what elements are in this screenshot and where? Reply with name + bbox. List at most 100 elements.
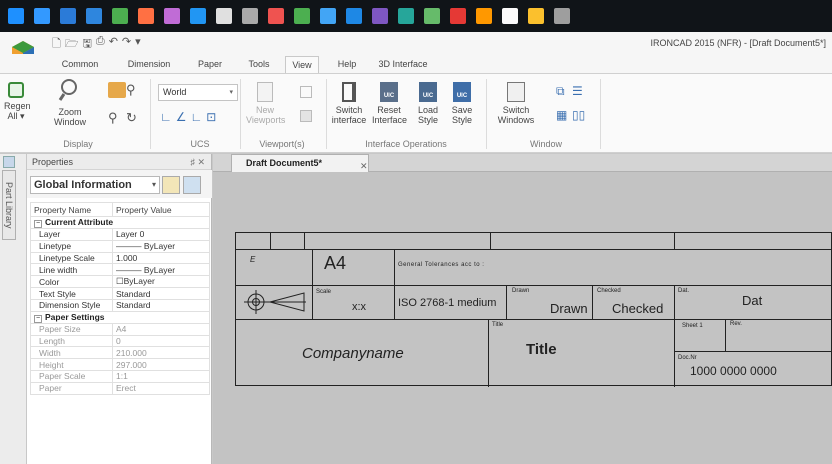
- panel-pin-close-icons[interactable]: ♯ ✕: [190, 157, 205, 168]
- taskbar-app-icon[interactable]: [164, 8, 180, 24]
- table-row[interactable]: Color ☐ByLayer: [30, 275, 210, 289]
- section-row[interactable]: − Paper Settings: [30, 310, 210, 324]
- property-name: Color: [30, 275, 113, 289]
- taskbar-app-icon[interactable]: [138, 8, 154, 24]
- table-row[interactable]: Dimension Style Standard: [30, 298, 210, 312]
- tb-e-label: E: [250, 255, 256, 264]
- table-row[interactable]: Layer Layer 0: [30, 228, 210, 241]
- taskbar-app-icon[interactable]: [294, 8, 310, 24]
- undo-icon[interactable]: ↶: [109, 35, 118, 54]
- table-row[interactable]: Linetype Scale 1.000: [30, 251, 210, 265]
- table-row[interactable]: Paper Scale 1:1: [30, 369, 210, 383]
- properties-options-icon[interactable]: [183, 176, 201, 194]
- taskbar-app-icon[interactable]: [190, 8, 206, 24]
- open-file-icon[interactable]: 🗁: [65, 35, 79, 54]
- zoom-window-button[interactable]: Zoom Window: [48, 78, 92, 127]
- tab-3d-interface[interactable]: 3D Interface: [374, 56, 432, 74]
- property-value[interactable]: ☐ByLayer: [112, 275, 210, 289]
- taskbar-app-icon[interactable]: [528, 8, 544, 24]
- clear-properties-icon[interactable]: [162, 176, 180, 194]
- table-row[interactable]: Length 0: [30, 334, 210, 348]
- collapse-icon[interactable]: −: [34, 220, 42, 228]
- tab-view[interactable]: View: [285, 56, 319, 74]
- view-orient-icon[interactable]: [108, 82, 126, 98]
- viewport-layout-icon[interactable]: [300, 110, 312, 122]
- tab-tools[interactable]: Tools: [242, 56, 276, 74]
- viewport-icon[interactable]: [300, 86, 312, 98]
- table-row[interactable]: Paper Size A4: [30, 322, 210, 336]
- save-icon[interactable]: 🖫: [83, 35, 92, 54]
- tab-paper[interactable]: Paper: [192, 56, 228, 74]
- taskbar-app-icon[interactable]: [242, 8, 258, 24]
- property-value[interactable]: ——— ByLayer: [112, 263, 210, 277]
- tb-line: [490, 233, 491, 249]
- section-title: Current Attribute: [45, 217, 114, 228]
- regen-all-button[interactable]: Regen All ▾: [4, 82, 31, 121]
- ucs-tools-icons[interactable]: ∟∠∟⊡: [160, 110, 220, 124]
- property-value[interactable]: Layer 0: [112, 228, 210, 241]
- projection-symbol-icon: [244, 290, 306, 314]
- pan-icon[interactable]: ⚲: [108, 110, 118, 126]
- property-value[interactable]: Standard: [112, 298, 210, 312]
- tb-line: [725, 319, 726, 351]
- new-file-icon[interactable]: 🗋: [52, 35, 61, 54]
- table-row[interactable]: Height 297.000: [30, 358, 210, 371]
- global-information-select[interactable]: Global Information ▾: [30, 176, 160, 194]
- tb-docnr-label: Doc.Nr: [678, 355, 697, 361]
- taskbar-app-icon[interactable]: [60, 8, 76, 24]
- taskbar-app-icon[interactable]: [216, 8, 232, 24]
- reset-interface-button[interactable]: UIC Reset Interface: [372, 82, 407, 125]
- print-icon[interactable]: ⎙: [96, 35, 105, 54]
- taskbar-app-icon[interactable]: [476, 8, 492, 24]
- switch-windows-button[interactable]: Switch Windows: [494, 82, 538, 125]
- customize-qat-icon[interactable]: ▾: [135, 35, 141, 54]
- property-value[interactable]: 1.000: [112, 251, 210, 265]
- ribbon: Regen All ▾ Zoom Window ⚲ ⚲ ↻ Display Wo…: [0, 73, 832, 153]
- table-row[interactable]: Line width ——— ByLayer: [30, 263, 210, 277]
- table-row[interactable]: Width 210.000: [30, 346, 210, 360]
- tb-title-value: Title: [526, 341, 557, 358]
- start-icon[interactable]: [8, 8, 24, 24]
- tab-help[interactable]: Help: [332, 56, 362, 74]
- taskbar-app-icon[interactable]: [372, 8, 388, 24]
- redo-icon[interactable]: ↷: [122, 35, 131, 54]
- table-row[interactable]: Linetype ——— ByLayer: [30, 239, 210, 253]
- tab-common[interactable]: Common: [52, 56, 108, 74]
- section-row[interactable]: − Current Attribute: [30, 216, 210, 229]
- tb-line: [674, 285, 675, 387]
- part-library-tab[interactable]: Part Library: [2, 170, 16, 240]
- catalog-icon[interactable]: [3, 156, 15, 168]
- property-value[interactable]: Standard: [112, 287, 210, 300]
- taskbar-app-icon[interactable]: [346, 8, 362, 24]
- taskbar-app-icon[interactable]: [112, 8, 128, 24]
- taskbar-app-icon[interactable]: [34, 8, 50, 24]
- taskbar-app-icon[interactable]: [554, 8, 570, 24]
- document-tab-title: Draft Document5*: [246, 158, 323, 168]
- switch-interface-button[interactable]: Switch interface: [330, 82, 368, 125]
- tile-vertical-icon[interactable]: ▯▯: [572, 108, 585, 122]
- taskbar-app-icon[interactable]: [268, 8, 284, 24]
- taskbar-app-icon[interactable]: [450, 8, 466, 24]
- collapse-icon[interactable]: −: [34, 314, 42, 323]
- property-value[interactable]: ——— ByLayer: [112, 239, 210, 253]
- taskbar-app-icon[interactable]: [86, 8, 102, 24]
- table-row[interactable]: Paper Erect: [30, 381, 210, 395]
- tab-draft-document[interactable]: Draft Document5* ✕: [231, 154, 369, 172]
- taskbar-app-icon[interactable]: [502, 8, 518, 24]
- new-viewports-button[interactable]: New Viewports: [246, 82, 285, 125]
- load-style-button[interactable]: UIC Load Style: [414, 82, 442, 125]
- save-style-button[interactable]: UIC Save Style: [448, 82, 476, 125]
- ribbon-separator: [150, 79, 151, 149]
- tile-grid-icon[interactable]: ▦: [556, 108, 567, 122]
- ucs-select[interactable]: World ▾: [158, 84, 238, 101]
- zoom-small-icon[interactable]: ⚲: [126, 82, 136, 98]
- drawing-canvas[interactable]: E A4 General Tolerances acc to : Scale x…: [213, 172, 832, 464]
- taskbar-app-icon[interactable]: [398, 8, 414, 24]
- taskbar-app-icon[interactable]: [320, 8, 336, 24]
- tab-dimension[interactable]: Dimension: [120, 56, 178, 74]
- cascade-icon[interactable]: ⧉: [556, 84, 565, 99]
- taskbar-app-icon[interactable]: [424, 8, 440, 24]
- rotate-icon[interactable]: ↻: [126, 110, 137, 126]
- table-row[interactable]: Text Style Standard: [30, 287, 210, 300]
- tile-horizontal-icon[interactable]: ☰: [572, 84, 583, 98]
